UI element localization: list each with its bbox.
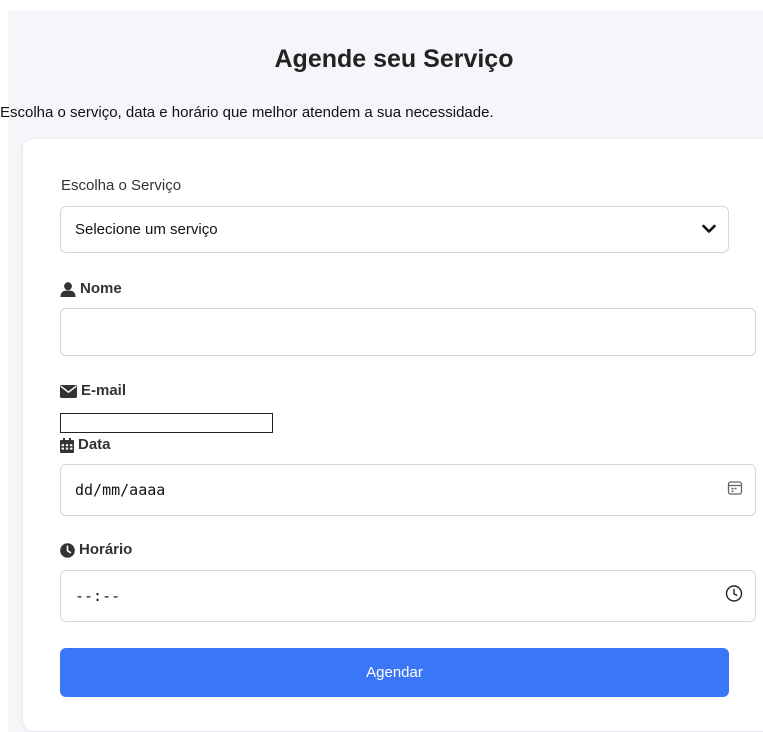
- date-label: Data: [60, 436, 111, 454]
- calendar-icon: [60, 437, 74, 453]
- date-label-text: Data: [78, 436, 111, 453]
- envelope-icon: [60, 384, 77, 398]
- calendar-picker-icon[interactable]: [727, 480, 743, 501]
- time-label: Horário: [60, 541, 132, 559]
- service-label: Escolha o Serviço: [61, 177, 181, 195]
- time-input[interactable]: --:--: [60, 570, 756, 622]
- chevron-down-icon: [702, 221, 716, 238]
- name-label-text: Nome: [80, 280, 122, 297]
- schedule-button[interactable]: Agendar: [60, 648, 729, 697]
- name-input[interactable]: [60, 308, 756, 356]
- time-label-text: Horário: [79, 541, 133, 558]
- page-title: Agende seu Serviço: [274, 45, 514, 73]
- email-label-text: E-mail: [81, 382, 127, 399]
- service-selected-value: Selecione um serviço: [75, 221, 218, 238]
- date-input[interactable]: dd/mm/aaaa: [60, 464, 756, 516]
- time-picker-clock-icon[interactable]: [725, 585, 743, 608]
- service-select[interactable]: Selecione um serviço: [60, 206, 729, 253]
- email-label: E-mail: [60, 382, 126, 400]
- page-subtitle: Escolha o serviço, data e horário que me…: [0, 104, 494, 121]
- email-input[interactable]: [60, 413, 273, 433]
- clock-icon: [60, 542, 75, 558]
- service-label-text: Escolha o Serviço: [61, 177, 182, 194]
- date-input-value: dd/mm/aaaa: [75, 481, 166, 499]
- time-input-value: --:--: [75, 587, 121, 605]
- name-label: Nome: [60, 280, 122, 298]
- user-icon: [60, 281, 76, 297]
